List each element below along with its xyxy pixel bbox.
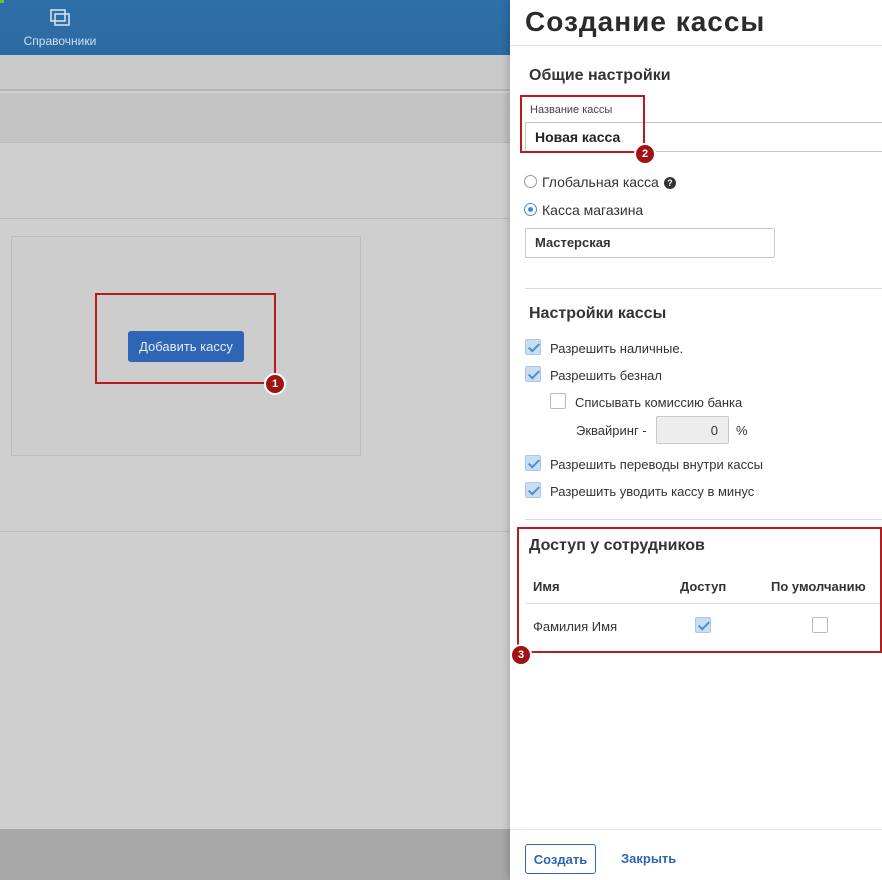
allow-cashless-checkbox[interactable] — [525, 366, 541, 382]
cash-settings-title: Настройки кассы — [529, 305, 667, 322]
annotation-badge-1: 1 — [264, 373, 286, 395]
panel-footer: Создать Закрыть — [510, 829, 882, 880]
allow-transfers-label[interactable]: Разрешить переводы внутри кассы — [550, 457, 763, 472]
directories-icon — [50, 9, 70, 26]
topbar-accent — [0, 0, 4, 3]
annotation-box-1 — [95, 293, 276, 384]
section-divider — [525, 288, 882, 289]
bank-commission-checkbox[interactable] — [550, 393, 566, 409]
allow-cashless-label[interactable]: Разрешить безнал — [550, 368, 662, 383]
allow-negative-label[interactable]: Разрешить уводить кассу в минус — [550, 484, 754, 499]
create-cash-panel: Создание кассы Общие настройки Название … — [510, 0, 882, 880]
acquiring-unit: % — [736, 423, 748, 438]
annotation-box-2 — [520, 95, 645, 153]
nav-directories-label: Справочники — [23, 34, 97, 48]
create-button[interactable]: Создать — [525, 844, 596, 874]
allow-negative-checkbox[interactable] — [525, 482, 541, 498]
acquiring-input[interactable] — [656, 416, 729, 444]
global-cash-radio[interactable] — [524, 175, 537, 188]
global-cash-radio-label[interactable]: Глобальная касса? — [542, 174, 676, 190]
general-settings-title: Общие настройки — [529, 67, 671, 84]
annotation-box-3 — [517, 527, 882, 653]
allow-cash-label[interactable]: Разрешить наличные. — [550, 341, 683, 356]
help-icon[interactable]: ? — [663, 177, 676, 189]
allow-transfers-checkbox[interactable] — [525, 455, 541, 471]
nav-directories[interactable]: Справочники — [18, 8, 102, 50]
store-cash-radio-label[interactable]: Касса магазина — [542, 202, 643, 218]
acquiring-label: Эквайринг - — [576, 423, 647, 438]
annotation-badge-2: 2 — [634, 143, 656, 165]
panel-title: Создание кассы — [525, 6, 766, 37]
global-cash-radio-text: Глобальная касса — [542, 174, 659, 190]
store-cash-radio[interactable] — [524, 203, 537, 216]
panel-header: Создание кассы — [510, 0, 882, 46]
annotation-badge-3: 3 — [510, 644, 532, 666]
store-select[interactable]: Мастерская — [525, 228, 775, 258]
allow-cash-checkbox[interactable] — [525, 339, 541, 355]
section-divider — [525, 519, 882, 520]
close-link[interactable]: Закрыть — [621, 851, 676, 866]
bank-commission-label[interactable]: Списывать комиссию банка — [575, 395, 742, 410]
